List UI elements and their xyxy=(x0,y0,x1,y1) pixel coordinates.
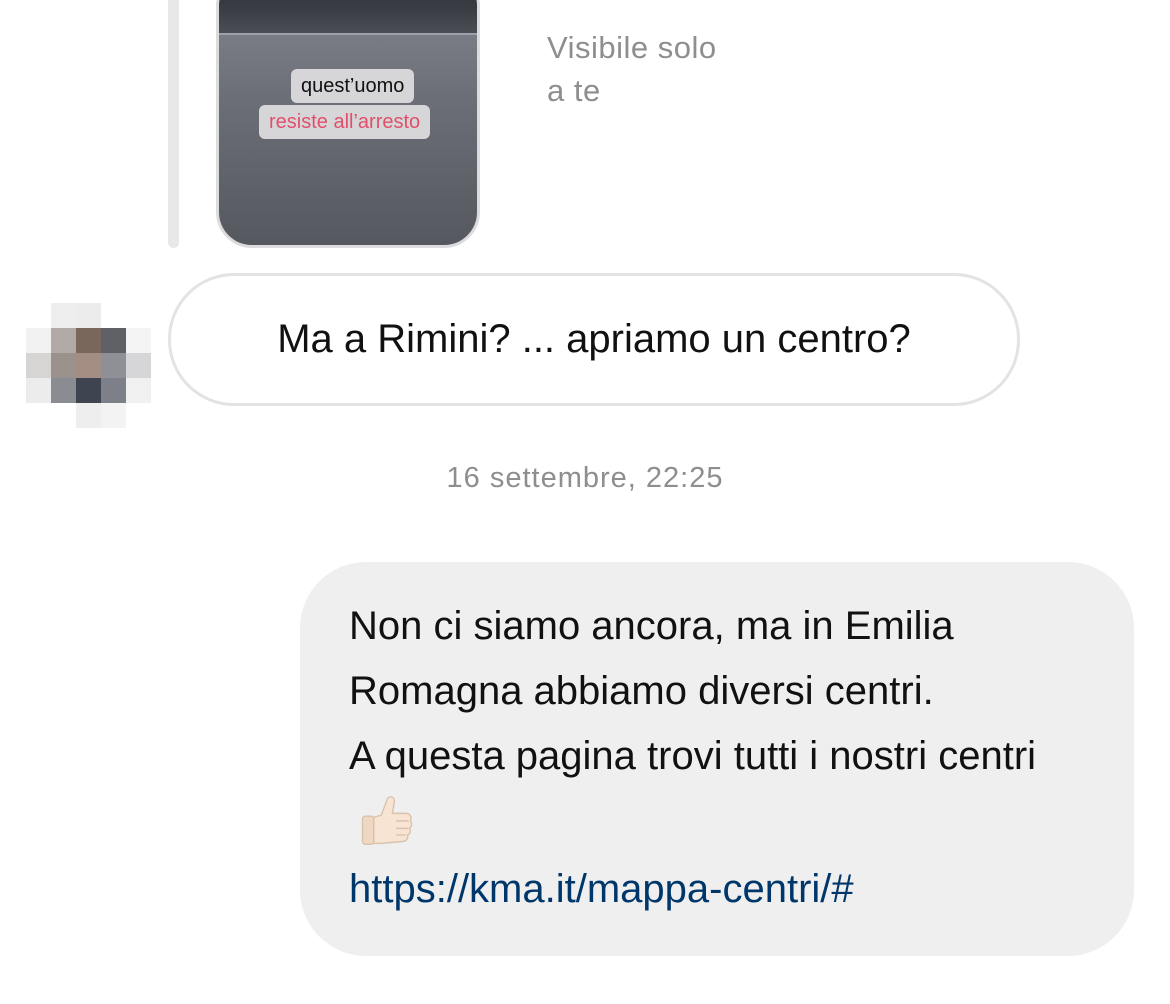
outgoing-message-bubble[interactable]: Non ci siamo ancora, ma in Emilia Romagn… xyxy=(300,562,1134,956)
story-image-top xyxy=(219,0,477,35)
avatar-pixel xyxy=(26,353,51,378)
avatar-pixel xyxy=(51,328,76,353)
avatar-pixel xyxy=(76,378,101,403)
avatar-pixel xyxy=(101,328,126,353)
centers-map-link[interactable]: https://kma.it/mappa-centri/# xyxy=(349,857,854,922)
visibility-note-line2: a te xyxy=(547,73,601,108)
avatar-pixel xyxy=(76,353,101,378)
avatar-pixel xyxy=(101,403,126,428)
avatar-pixel xyxy=(76,303,101,328)
thumbs-up-icon xyxy=(361,796,413,846)
visibility-note-line1: Visibile solo xyxy=(547,30,717,65)
outgoing-message-paragraph-with-emoji: A questa pagina trovi tutti i nostri cen… xyxy=(349,724,1094,857)
avatar-pixel xyxy=(76,403,101,428)
avatar-pixel xyxy=(126,353,151,378)
avatar-pixel xyxy=(51,378,76,403)
story-sticker-line1: quest’uomo xyxy=(291,69,415,103)
avatar-pixel xyxy=(26,328,51,353)
outgoing-message-paragraph: Non ci siamo ancora, ma in Emilia Romagn… xyxy=(349,604,954,713)
outgoing-message-paragraph2: A questa pagina trovi tutti i nostri cen… xyxy=(349,734,1037,778)
incoming-message-bubble[interactable]: Ma a Rimini? ... apriamo un centro? xyxy=(168,273,1020,406)
avatar-pixel xyxy=(126,378,151,403)
reply-indicator-bar xyxy=(168,0,179,248)
message-timestamp: 16 settembre, 22:25 xyxy=(446,462,724,494)
avatar-pixel xyxy=(51,353,76,378)
visibility-note: Visibile solo a te xyxy=(547,26,807,112)
avatar-pixel xyxy=(126,328,151,353)
avatar-pixel xyxy=(26,378,51,403)
story-sticker-line2: resiste all’arresto xyxy=(259,105,431,139)
shared-story-thumbnail[interactable]: quest’uomo resiste all’arresto xyxy=(216,0,480,248)
avatar-pixel xyxy=(101,378,126,403)
avatar-pixel xyxy=(76,328,101,353)
avatar-pixel xyxy=(51,303,76,328)
incoming-message-text: Ma a Rimini? ... apriamo un centro? xyxy=(277,317,911,361)
avatar-pixel xyxy=(101,353,126,378)
avatar[interactable] xyxy=(26,303,151,428)
